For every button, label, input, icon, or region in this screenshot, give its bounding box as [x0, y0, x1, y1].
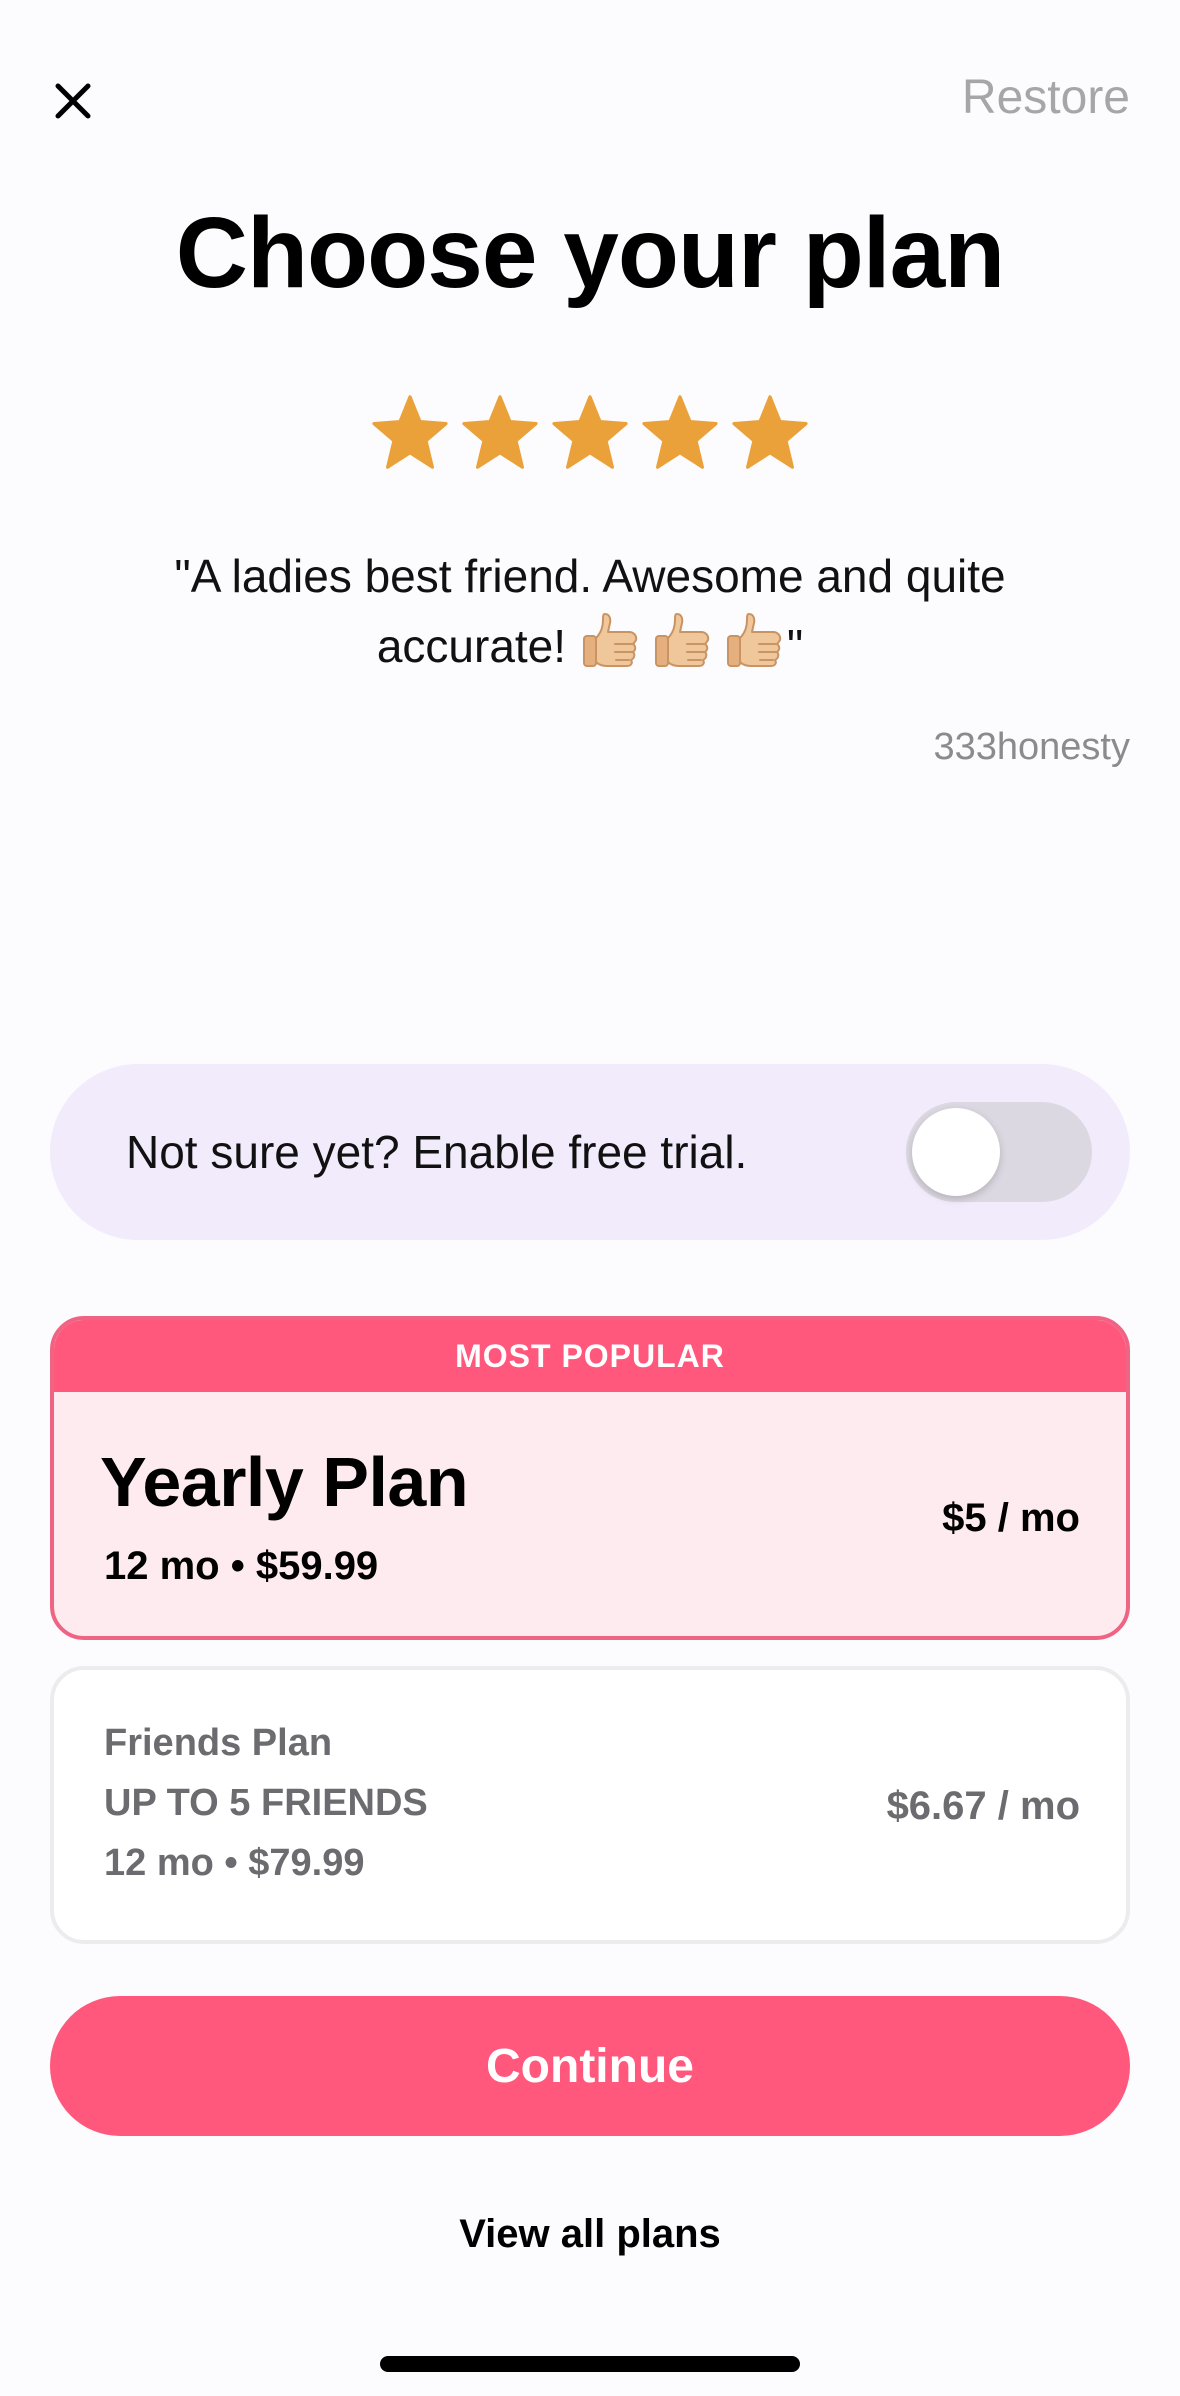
plan-name: Yearly Plan	[100, 1443, 469, 1521]
close-button[interactable]	[44, 72, 102, 130]
continue-button[interactable]: Continue	[50, 1996, 1130, 2136]
star-icon	[642, 395, 718, 469]
star-icon	[372, 395, 448, 469]
plan-monthly-price: $5 / mo	[942, 1496, 1080, 1540]
review-quote: "A ladies best friend. Awesome and quite…	[100, 544, 1080, 678]
toggle-knob	[912, 1108, 1000, 1196]
free-trial-label: Not sure yet? Enable free trial.	[126, 1126, 748, 1178]
plan-card-yearly[interactable]: MOST POPULAR Yearly Plan 12 mo • $59.99 …	[50, 1316, 1130, 1640]
star-icon	[552, 395, 628, 469]
thumbs-up-icon	[582, 613, 638, 667]
review-quote-close: "	[786, 620, 804, 672]
review-author: 333honesty	[933, 726, 1131, 768]
star-icon	[732, 395, 808, 469]
free-trial-row: Not sure yet? Enable free trial.	[50, 1064, 1130, 1240]
home-indicator	[380, 2356, 800, 2372]
close-icon	[55, 83, 91, 119]
thumbs-up-icon	[726, 613, 782, 667]
plan-subtitle: 12 mo • $79.99	[104, 1842, 365, 1884]
star-icon	[462, 395, 538, 469]
page-title: Choose your plan	[175, 197, 1006, 309]
plan-subtitle: 12 mo • $59.99	[104, 1544, 379, 1588]
free-trial-toggle[interactable]	[906, 1102, 1092, 1202]
most-popular-badge: MOST POPULAR	[54, 1320, 1126, 1392]
view-all-plans-link[interactable]: View all plans	[0, 2212, 1180, 2257]
paywall-screen: Restore Choose your plan "A ladies best …	[0, 0, 1180, 2396]
thumbs-up-icon	[654, 613, 710, 667]
restore-button[interactable]: Restore	[962, 70, 1130, 125]
plan-monthly-price: $6.67 / mo	[886, 1784, 1080, 1828]
plan-detail: UP TO 5 FRIENDS	[104, 1782, 428, 1824]
plan-name: Friends Plan	[104, 1722, 333, 1764]
thumbs-group	[579, 608, 787, 672]
star-rating	[0, 392, 1180, 472]
plan-card-friends[interactable]: Friends Plan UP TO 5 FRIENDS 12 mo • $79…	[50, 1666, 1130, 1944]
